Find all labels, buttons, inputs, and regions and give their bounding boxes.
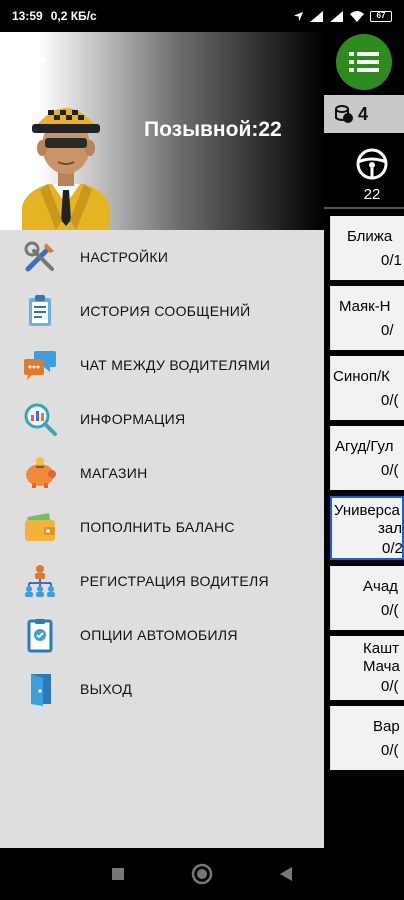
zone-name: Кашт	[363, 640, 399, 657]
menu-item-car-options[interactable]: ОПЦИИ АВТОМОБИЛЯ	[0, 608, 324, 662]
zone-count: 0/(	[381, 602, 399, 619]
zone-name: Универса	[334, 502, 400, 519]
menu-item-message-history[interactable]: ИСТОРИЯ СООБЩЕНИЙ	[0, 284, 324, 338]
drawer-menu: НАСТРОЙКИ ИСТОРИЯ СООБЩЕНИЙ ЧАТ МЕЖДУ ВО…	[0, 230, 324, 716]
menu-item-label: МАГАЗИН	[80, 465, 148, 481]
piggy-bank-icon	[20, 453, 60, 493]
zone-name-line2: Мача	[363, 658, 400, 675]
zone-count: 0/(	[381, 462, 399, 479]
menu-item-label: ПОПОЛНИТЬ БАЛАНС	[80, 519, 235, 535]
zone-card[interactable]: Маяк-Н 0/	[330, 286, 404, 350]
system-navigation-bar	[0, 848, 404, 900]
navigation-drawer: Позывной:22 НАСТРОЙКИ ИСТОРИЯ СООБЩЕНИЙ …	[0, 32, 324, 848]
recents-button[interactable]	[106, 862, 130, 886]
signal-icon-2	[330, 10, 343, 22]
zone-name: Синоп/К	[333, 368, 390, 385]
status-speed: 0,2 КБ/с	[50, 9, 97, 23]
zone-card[interactable]: Ближа 0/1	[330, 216, 404, 280]
menu-item-information[interactable]: ИНФОРМАЦИЯ	[0, 392, 324, 446]
divider	[324, 207, 404, 209]
drawer-header: Позывной:22	[0, 32, 324, 230]
status-time: 13:59	[12, 9, 43, 23]
menu-item-label: ИНФОРМАЦИЯ	[80, 411, 186, 427]
home-button[interactable]	[190, 862, 214, 886]
menu-item-settings[interactable]: НАСТРОЙКИ	[0, 230, 324, 284]
menu-item-top-up[interactable]: ПОПОЛНИТЬ БАЛАНС	[0, 500, 324, 554]
clipboard-icon	[20, 291, 60, 331]
list-icon	[349, 52, 379, 72]
status-icons: 67	[293, 10, 392, 22]
menu-item-shop[interactable]: МАГАЗИН	[0, 446, 324, 500]
zone-card[interactable]: Синоп/К 0/(	[330, 356, 404, 420]
back-arrow-icon[interactable]	[18, 44, 50, 76]
zone-list: Ближа 0/1 Маяк-Н 0/ Синоп/К 0/( Агуд/Гул…	[330, 216, 404, 776]
menu-item-label: ЧАТ МЕЖДУ ВОДИТЕЛЯМИ	[80, 357, 271, 373]
org-chart-icon	[20, 561, 60, 601]
magnifier-chart-icon	[20, 399, 60, 439]
wheel-count: 22	[363, 186, 381, 203]
zone-card[interactable]: Кашт Мача 0/(	[330, 636, 404, 700]
zone-card[interactable]: Агуд/Гул 0/(	[330, 426, 404, 490]
menu-item-label: НАСТРОЙКИ	[80, 249, 169, 265]
zone-name: Ближа	[347, 228, 393, 245]
zone-name: Ачад	[363, 578, 398, 595]
square-icon	[112, 868, 124, 880]
battery-icon: 67	[370, 10, 392, 22]
callsign-label: Позывной:22	[144, 118, 282, 141]
status-bar: 13:59 0,2 КБ/с 67	[0, 0, 404, 32]
zone-name: Вар	[373, 718, 400, 735]
exit-door-icon	[20, 669, 60, 709]
tools-icon	[20, 237, 60, 277]
zone-count: 0/1	[381, 252, 402, 269]
zone-name: Маяк-Н	[339, 298, 391, 315]
zone-count: 0/(	[381, 678, 399, 695]
taxi-driver-avatar	[22, 108, 110, 230]
triangle-back-icon	[280, 867, 292, 881]
menu-item-label: РЕГИСТРАЦИЯ ВОДИТЕЛЯ	[80, 573, 269, 589]
menu-item-driver-chat[interactable]: ЧАТ МЕЖДУ ВОДИТЕЛЯМИ	[0, 338, 324, 392]
balance-value: 4	[358, 103, 369, 124]
menu-item-driver-registration[interactable]: РЕГИСТРАЦИЯ ВОДИТЕЛЯ	[0, 554, 324, 608]
menu-item-label: ВЫХОД	[80, 681, 133, 697]
zone-count: 0/	[381, 322, 394, 339]
signal-icon	[310, 10, 323, 22]
zone-card[interactable]: Вар 0/(	[330, 706, 404, 770]
screen: 13:59 0,2 КБ/с 67 4 22 Ближа 0/1 Маяк-Н …	[0, 0, 404, 900]
list-menu-button[interactable]	[336, 34, 392, 90]
zone-count: 0/(	[381, 742, 399, 759]
menu-item-label: ИСТОРИЯ СООБЩЕНИЙ	[80, 303, 251, 319]
back-button[interactable]	[274, 862, 298, 886]
wallet-icon	[20, 507, 60, 547]
circle-icon	[191, 863, 213, 885]
menu-item-exit[interactable]: ВЫХОД	[0, 662, 324, 716]
wifi-icon	[350, 10, 364, 22]
menu-item-label: ОПЦИИ АВТОМОБИЛЯ	[80, 627, 238, 643]
coins-icon	[335, 105, 353, 123]
zone-name: Агуд/Гул	[335, 438, 394, 455]
zone-card-selected[interactable]: Универса зал 0/2	[330, 496, 404, 560]
chat-bubbles-icon	[20, 345, 60, 385]
zone-card[interactable]: Ачад 0/(	[330, 566, 404, 630]
zone-name-line2: зал	[378, 520, 402, 537]
balance-bar[interactable]: 4	[324, 95, 404, 133]
zone-count: 0/2	[382, 540, 403, 557]
location-icon	[293, 11, 304, 21]
zone-count: 0/(	[381, 392, 399, 409]
steering-wheel-icon[interactable]	[352, 148, 392, 180]
car-options-icon	[20, 615, 60, 655]
